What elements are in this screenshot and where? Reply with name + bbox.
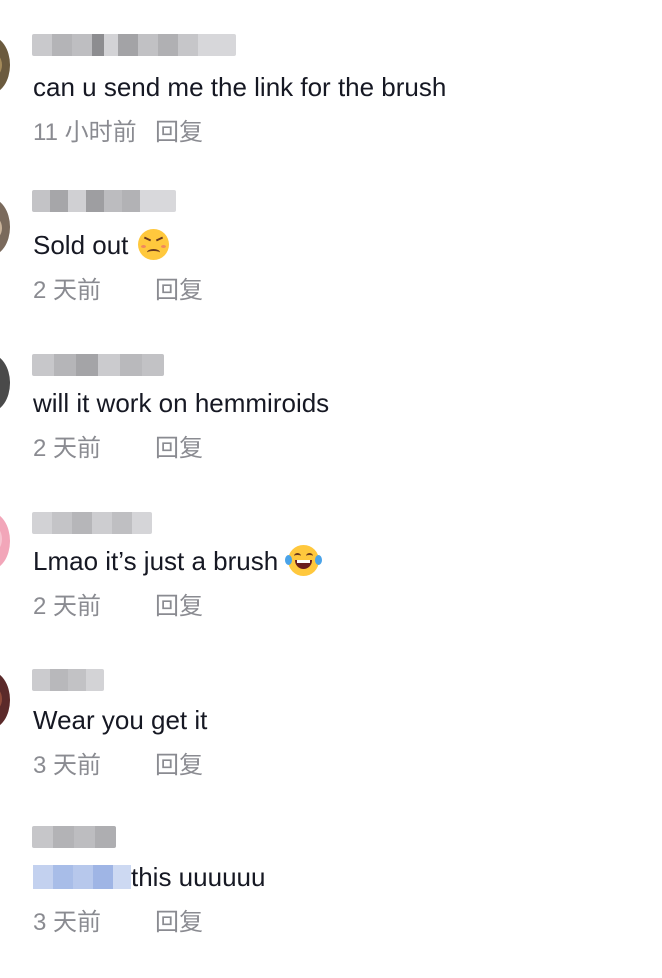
avatar[interactable] bbox=[0, 671, 10, 729]
persevering-face-icon bbox=[138, 229, 170, 260]
username-blurred[interactable] bbox=[32, 512, 152, 534]
username-blurred[interactable] bbox=[32, 34, 236, 56]
reply-button[interactable]: 回复 bbox=[155, 118, 203, 148]
comment-text: Sold out bbox=[33, 228, 170, 262]
comment-text: Lmao it’s just a brush bbox=[33, 544, 323, 578]
comment-item: Sold out 2 天前 回复 bbox=[0, 188, 662, 346]
avatar[interactable] bbox=[0, 36, 10, 94]
avatar[interactable] bbox=[0, 354, 10, 412]
reply-button[interactable]: 回复 bbox=[155, 276, 203, 306]
comment-time: 11 小时前 bbox=[33, 119, 137, 146]
joy-face-icon bbox=[285, 545, 323, 576]
comment-text: this uuuuuu bbox=[33, 860, 265, 894]
comment-item: will it work on hemmiroids 2 天前 回复 bbox=[0, 346, 662, 504]
comment-text-content: this uuuuuu bbox=[131, 862, 266, 892]
comment-text: Wear you get it bbox=[33, 705, 208, 735]
comment-item: this uuuuuu 3 天前 回复 bbox=[0, 820, 662, 978]
username-blurred[interactable] bbox=[32, 669, 104, 691]
username-blurred[interactable] bbox=[32, 826, 116, 848]
comment-time: 3 天前 bbox=[33, 752, 102, 779]
avatar[interactable] bbox=[0, 198, 10, 256]
comment-time: 2 天前 bbox=[33, 593, 102, 620]
comment-time: 2 天前 bbox=[33, 435, 102, 462]
mention-blurred[interactable] bbox=[33, 865, 131, 889]
comment-text: can u send me the link for the brush bbox=[33, 72, 447, 102]
comment-item: Lmao it’s just a brush 2 天前 回复 bbox=[0, 504, 662, 662]
avatar[interactable] bbox=[0, 512, 10, 570]
reply-button[interactable]: 回复 bbox=[155, 908, 203, 938]
username-blurred[interactable] bbox=[32, 354, 164, 376]
comment-item: Wear you get it 3 天前 回复 bbox=[0, 663, 662, 821]
username-blurred[interactable] bbox=[32, 190, 176, 212]
comment-time: 3 天前 bbox=[33, 909, 102, 936]
comment-item: can u send me the link for the brush 11 … bbox=[0, 30, 662, 188]
reply-button[interactable]: 回复 bbox=[155, 751, 203, 781]
reply-button[interactable]: 回复 bbox=[155, 592, 203, 622]
comment-time: 2 天前 bbox=[33, 277, 102, 304]
comment-text-content: Sold out bbox=[33, 230, 129, 260]
reply-button[interactable]: 回复 bbox=[155, 434, 203, 464]
comment-text-content: Lmao it’s just a brush bbox=[33, 546, 279, 576]
comment-text: will it work on hemmiroids bbox=[33, 388, 330, 418]
